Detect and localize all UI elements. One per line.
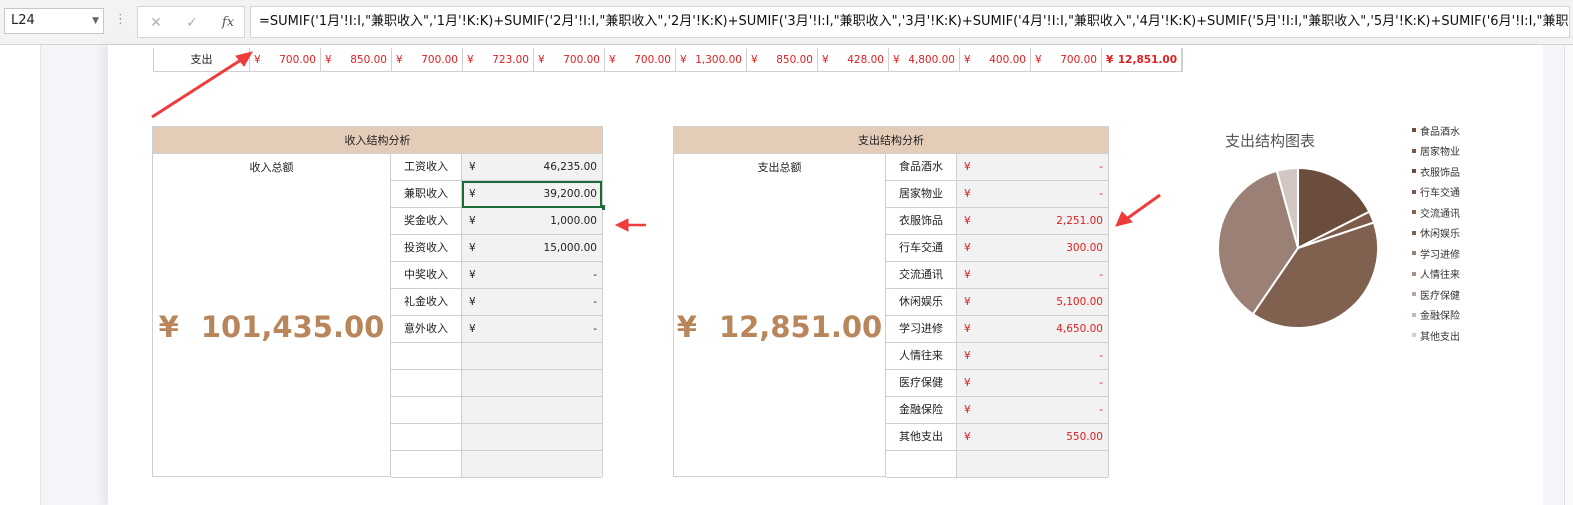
legend-swatch	[1412, 148, 1416, 153]
legend-swatch	[1412, 230, 1416, 235]
legend-swatch	[1412, 128, 1416, 133]
legend-label: 金融保险	[1420, 311, 1460, 323]
legend-label: 其他支出	[1420, 331, 1460, 343]
arrow-to-formula	[151, 56, 245, 119]
legend-label: 学习进修	[1420, 249, 1460, 261]
legend-swatch	[1412, 189, 1416, 194]
legend-label: 衣服饰品	[1420, 167, 1460, 179]
legend-item: 医疗保健	[1412, 284, 1460, 305]
arrowhead-formula	[235, 51, 254, 67]
legend-item: 行车交通	[1412, 182, 1460, 203]
legend-item: 居家物业	[1412, 141, 1460, 162]
legend-swatch	[1412, 333, 1416, 338]
legend-swatch	[1412, 169, 1416, 174]
legend-swatch	[1412, 292, 1416, 297]
legend-item: 休闲娱乐	[1412, 223, 1460, 244]
legend-item: 交流通讯	[1412, 202, 1460, 223]
legend-item: 其他支出	[1412, 325, 1460, 346]
chart-title: 支出结构图表	[1224, 132, 1315, 150]
legend-label: 休闲娱乐	[1420, 229, 1460, 241]
legend-swatch	[1412, 271, 1416, 276]
legend-label: 行车交通	[1420, 188, 1460, 200]
legend-item: 人情往来	[1412, 264, 1460, 285]
arrow-to-expense-table	[1124, 193, 1161, 222]
legend-swatch	[1412, 312, 1416, 317]
legend-label: 居家物业	[1420, 147, 1460, 159]
legend-swatch	[1412, 210, 1416, 215]
legend-item: 金融保险	[1412, 305, 1460, 326]
legend-item: 衣服饰品	[1412, 161, 1460, 182]
arrowhead-income	[614, 218, 629, 232]
legend-swatch	[1412, 251, 1416, 256]
legend-label: 食品酒水	[1420, 126, 1460, 138]
legend-label: 交流通讯	[1420, 208, 1460, 220]
legend-label: 人情往来	[1420, 270, 1460, 282]
chart-legend: 食品酒水居家物业衣服饰品行车交通交流通讯休闲娱乐学习进修人情往来医疗保健金融保险…	[1412, 120, 1460, 346]
expense-pie-chart[interactable]	[1200, 160, 1400, 335]
legend-item: 食品酒水	[1412, 120, 1460, 141]
arrowhead-expense	[1115, 211, 1133, 227]
legend-item: 学习进修	[1412, 243, 1460, 264]
legend-label: 医疗保健	[1420, 290, 1460, 302]
